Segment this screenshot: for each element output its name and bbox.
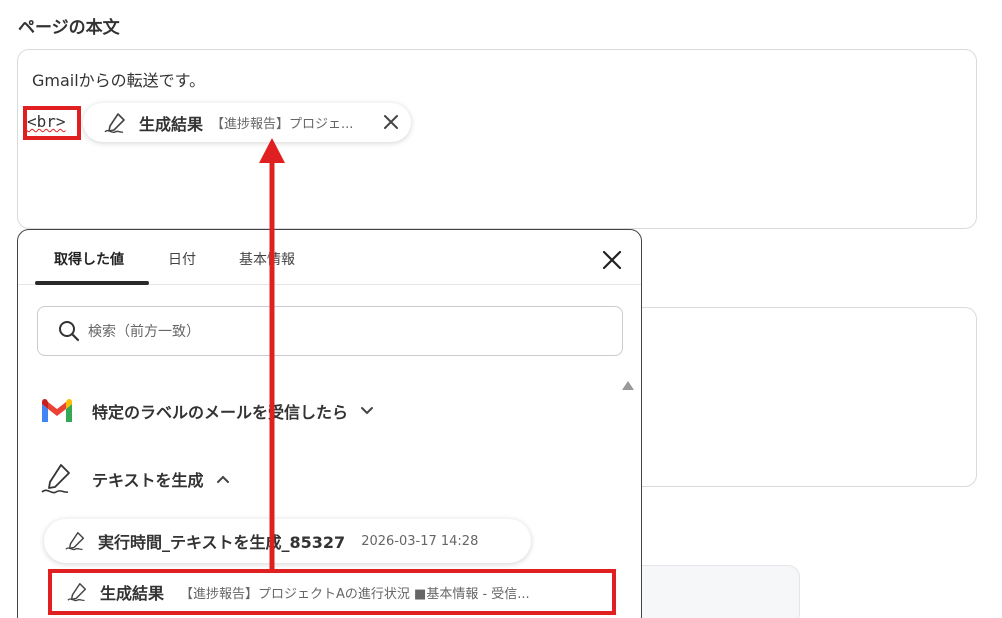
tab-acquired-values[interactable]: 取得した値 (54, 249, 124, 269)
ai-pen-icon (41, 464, 70, 494)
item-label: 実行時間_テキストを生成_85327 (98, 533, 346, 552)
group-gmail-trigger[interactable]: 特定のラベルのメールを受信したら (40, 398, 374, 424)
chip-value: 【進捗報告】プロジェ... (211, 117, 354, 132)
editor-text: Gmailからの転送です。 (32, 71, 206, 90)
chevron-down-icon (361, 407, 374, 415)
tab-bar: 取得した値 日付 基本情報 (18, 230, 641, 285)
group-label: 特定のラベルのメールを受信したら (92, 403, 349, 422)
close-icon[interactable] (600, 248, 624, 272)
list-item-execution-time[interactable]: 実行時間_テキストを生成_85327 2026-03-17 14:28 (44, 519, 531, 563)
tab-basic-info[interactable]: 基本情報 (239, 249, 295, 269)
ai-pen-icon (65, 532, 85, 551)
group-label: テキストを生成 (92, 471, 204, 490)
ai-pen-icon (67, 583, 87, 602)
section-label: ページの本文 (18, 18, 120, 38)
active-tab-indicator (35, 281, 149, 285)
ai-pen-icon (104, 112, 125, 133)
group-generate-text[interactable]: テキストを生成 (40, 462, 230, 496)
search-input[interactable]: 検索（前方一致） (37, 306, 623, 356)
close-icon[interactable] (381, 112, 401, 132)
chip-label: 生成結果 (139, 114, 204, 134)
search-placeholder: 検索（前方一致） (88, 324, 200, 340)
value-picker-popup: 取得した値 日付 基本情報 検索（前方一致） 特定のラベルのメールを受信したら (17, 229, 642, 618)
gmail-icon (42, 398, 72, 422)
chevron-up-icon (216, 475, 229, 483)
tab-date[interactable]: 日付 (168, 249, 196, 269)
list-item-generated-result[interactable]: 生成結果 【進捗報告】プロジェクトAの進行状況 ■基本情報 - 受信... (48, 569, 616, 615)
search-icon (59, 321, 80, 342)
br-highlight-box (23, 106, 81, 140)
item-label: 生成結果 (100, 584, 165, 603)
item-value: 2026-03-17 14:28 (361, 533, 479, 549)
scroll-up-arrow[interactable] (622, 381, 634, 390)
generated-result-chip[interactable]: 生成結果 【進捗報告】プロジェ... (83, 103, 411, 142)
item-value: 【進捗報告】プロジェクトAの進行状況 ■基本情報 - 受信... (180, 586, 530, 602)
